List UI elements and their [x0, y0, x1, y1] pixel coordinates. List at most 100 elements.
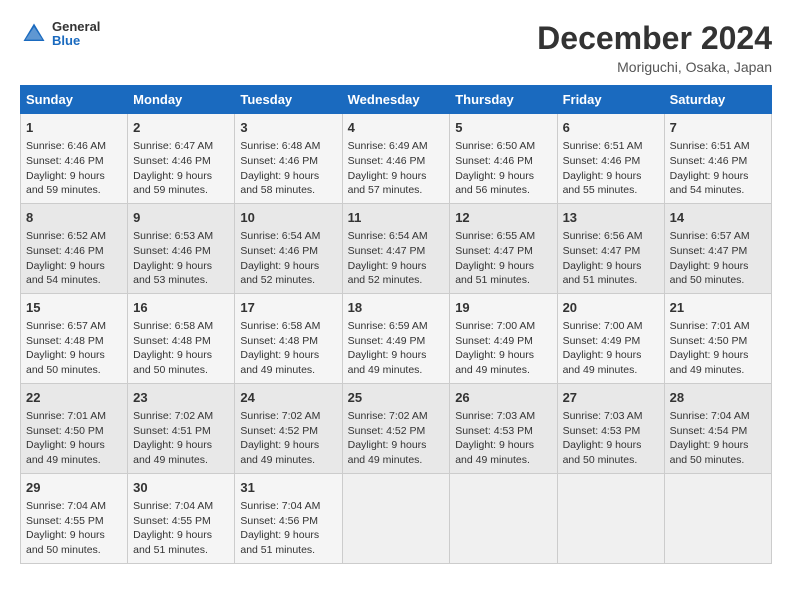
title-area: December 2024 Moriguchi, Osaka, Japan [537, 20, 772, 75]
day-info: Sunrise: 6:48 AM Sunset: 4:46 PM Dayligh… [240, 139, 336, 198]
calendar-cell: 8Sunrise: 6:52 AM Sunset: 4:46 PM Daylig… [21, 203, 128, 293]
day-number: 29 [26, 479, 122, 497]
day-number: 22 [26, 389, 122, 407]
day-info: Sunrise: 6:57 AM Sunset: 4:48 PM Dayligh… [26, 319, 122, 378]
calendar-cell: 9 Sunrise: 6:53 AM Sunset: 4:46 PM Daylig… [128, 203, 235, 293]
day-number: 4 [348, 119, 445, 137]
day-info: Sunrise: 6:54 AM Sunset: 4:47 PM Dayligh… [348, 229, 445, 288]
day-number: 19 [455, 299, 551, 317]
day-number: 25 [348, 389, 445, 407]
week-row: 22 Sunrise: 7:01 AM Sunset: 4:50 PM Dayli… [21, 383, 772, 473]
calendar-cell: 18 Sunrise: 6:59 AM Sunset: 4:49 PM Dayli… [342, 293, 450, 383]
day-number: 21 [670, 299, 766, 317]
calendar-table: SundayMondayTuesdayWednesdayThursdayFrid… [20, 85, 772, 564]
logo: General Blue [20, 20, 100, 49]
day-info: Sunrise: 6:53 AM Sunset: 4:46 PM Dayligh… [133, 229, 229, 288]
calendar-title: December 2024 [537, 20, 772, 57]
day-info: Sunrise: 6:49 AM Sunset: 4:46 PM Dayligh… [348, 139, 445, 198]
calendar-cell: 10Sunrise: 6:54 AM Sunset: 4:46 PM Dayli… [235, 203, 342, 293]
day-number: 10 [240, 209, 336, 227]
logo-blue: Blue [52, 34, 100, 48]
calendar-cell: 16Sunrise: 6:58 AM Sunset: 4:48 PM Dayli… [128, 293, 235, 383]
week-row: 8Sunrise: 6:52 AM Sunset: 4:46 PM Daylig… [21, 203, 772, 293]
day-info: Sunrise: 7:04 AM Sunset: 4:55 PM Dayligh… [26, 499, 122, 558]
calendar-cell: 29 Sunrise: 7:04 AM Sunset: 4:55 PM Dayli… [21, 473, 128, 563]
day-number: 20 [563, 299, 659, 317]
day-info: Sunrise: 7:00 AM Sunset: 4:49 PM Dayligh… [455, 319, 551, 378]
day-number: 11 [348, 209, 445, 227]
day-number: 9 [133, 209, 229, 227]
day-info: Sunrise: 7:04 AM Sunset: 4:56 PM Dayligh… [240, 499, 336, 558]
day-info: Sunrise: 7:00 AM Sunset: 4:49 PM Dayligh… [563, 319, 659, 378]
calendar-cell: 15 Sunrise: 6:57 AM Sunset: 4:48 PM Dayli… [21, 293, 128, 383]
day-info: Sunrise: 6:50 AM Sunset: 4:46 PM Dayligh… [455, 139, 551, 198]
day-number: 6 [563, 119, 659, 137]
calendar-cell: 6Sunrise: 6:51 AM Sunset: 4:46 PM Daylig… [557, 114, 664, 204]
day-info: Sunrise: 6:57 AM Sunset: 4:47 PM Dayligh… [670, 229, 766, 288]
calendar-body: 1 Sunrise: 6:46 AM Sunset: 4:46 PM Daylig… [21, 114, 772, 564]
day-info: Sunrise: 7:02 AM Sunset: 4:52 PM Dayligh… [240, 409, 336, 468]
day-info: Sunrise: 6:56 AM Sunset: 4:47 PM Dayligh… [563, 229, 659, 288]
day-info: Sunrise: 6:46 AM Sunset: 4:46 PM Dayligh… [26, 139, 122, 198]
day-number: 27 [563, 389, 659, 407]
day-number: 23 [133, 389, 229, 407]
week-row: 15 Sunrise: 6:57 AM Sunset: 4:48 PM Dayli… [21, 293, 772, 383]
calendar-cell [664, 473, 771, 563]
calendar-cell: 28Sunrise: 7:04 AM Sunset: 4:54 PM Dayli… [664, 383, 771, 473]
calendar-cell: 23Sunrise: 7:02 AM Sunset: 4:51 PM Dayli… [128, 383, 235, 473]
logo-icon [20, 20, 48, 48]
logo-general: General [52, 20, 100, 34]
day-number: 31 [240, 479, 336, 497]
day-info: Sunrise: 7:03 AM Sunset: 4:53 PM Dayligh… [563, 409, 659, 468]
calendar-cell: 19 Sunrise: 7:00 AM Sunset: 4:49 PM Dayli… [450, 293, 557, 383]
dow-header: Friday [557, 86, 664, 114]
calendar-cell: 13Sunrise: 6:56 AM Sunset: 4:47 PM Dayli… [557, 203, 664, 293]
logo-text: General Blue [52, 20, 100, 49]
day-info: Sunrise: 7:01 AM Sunset: 4:50 PM Dayligh… [26, 409, 122, 468]
calendar-cell: 3Sunrise: 6:48 AM Sunset: 4:46 PM Daylig… [235, 114, 342, 204]
calendar-cell: 4 Sunrise: 6:49 AM Sunset: 4:46 PM Daylig… [342, 114, 450, 204]
day-number: 5 [455, 119, 551, 137]
calendar-cell: 11 Sunrise: 6:54 AM Sunset: 4:47 PM Dayli… [342, 203, 450, 293]
calendar-cell: 31 Sunrise: 7:04 AM Sunset: 4:56 PM Dayli… [235, 473, 342, 563]
day-number: 16 [133, 299, 229, 317]
day-info: Sunrise: 6:58 AM Sunset: 4:48 PM Dayligh… [240, 319, 336, 378]
day-number: 30 [133, 479, 229, 497]
calendar-cell: 7 Sunrise: 6:51 AM Sunset: 4:46 PM Daylig… [664, 114, 771, 204]
dow-header: Wednesday [342, 86, 450, 114]
day-info: Sunrise: 6:47 AM Sunset: 4:46 PM Dayligh… [133, 139, 229, 198]
calendar-cell: 5 Sunrise: 6:50 AM Sunset: 4:46 PM Daylig… [450, 114, 557, 204]
dow-header: Sunday [21, 86, 128, 114]
day-number: 28 [670, 389, 766, 407]
day-info: Sunrise: 6:59 AM Sunset: 4:49 PM Dayligh… [348, 319, 445, 378]
week-row: 1 Sunrise: 6:46 AM Sunset: 4:46 PM Daylig… [21, 114, 772, 204]
dow-header: Monday [128, 86, 235, 114]
week-row: 29 Sunrise: 7:04 AM Sunset: 4:55 PM Dayli… [21, 473, 772, 563]
calendar-cell [450, 473, 557, 563]
calendar-cell: 1 Sunrise: 6:46 AM Sunset: 4:46 PM Daylig… [21, 114, 128, 204]
day-info: Sunrise: 6:55 AM Sunset: 4:47 PM Dayligh… [455, 229, 551, 288]
calendar-cell: 12Sunrise: 6:55 AM Sunset: 4:47 PM Dayli… [450, 203, 557, 293]
day-number: 17 [240, 299, 336, 317]
day-info: Sunrise: 6:52 AM Sunset: 4:46 PM Dayligh… [26, 229, 122, 288]
day-info: Sunrise: 6:51 AM Sunset: 4:46 PM Dayligh… [670, 139, 766, 198]
day-info: Sunrise: 7:03 AM Sunset: 4:53 PM Dayligh… [455, 409, 551, 468]
calendar-cell: 21 Sunrise: 7:01 AM Sunset: 4:50 PM Dayli… [664, 293, 771, 383]
day-number: 1 [26, 119, 122, 137]
calendar-cell: 27 Sunrise: 7:03 AM Sunset: 4:53 PM Dayli… [557, 383, 664, 473]
day-number: 2 [133, 119, 229, 137]
day-number: 18 [348, 299, 445, 317]
day-number: 24 [240, 389, 336, 407]
calendar-cell: 25Sunrise: 7:02 AM Sunset: 4:52 PM Dayli… [342, 383, 450, 473]
calendar-subtitle: Moriguchi, Osaka, Japan [537, 59, 772, 75]
calendar-cell: 17 Sunrise: 6:58 AM Sunset: 4:48 PM Dayli… [235, 293, 342, 383]
day-info: Sunrise: 7:04 AM Sunset: 4:55 PM Dayligh… [133, 499, 229, 558]
day-info: Sunrise: 7:01 AM Sunset: 4:50 PM Dayligh… [670, 319, 766, 378]
day-number: 26 [455, 389, 551, 407]
calendar-cell: 30 Sunrise: 7:04 AM Sunset: 4:55 PM Dayli… [128, 473, 235, 563]
calendar-cell: 26 Sunrise: 7:03 AM Sunset: 4:53 PM Dayli… [450, 383, 557, 473]
day-number: 15 [26, 299, 122, 317]
day-number: 7 [670, 119, 766, 137]
calendar-cell: 20 Sunrise: 7:00 AM Sunset: 4:49 PM Dayli… [557, 293, 664, 383]
calendar-cell [557, 473, 664, 563]
